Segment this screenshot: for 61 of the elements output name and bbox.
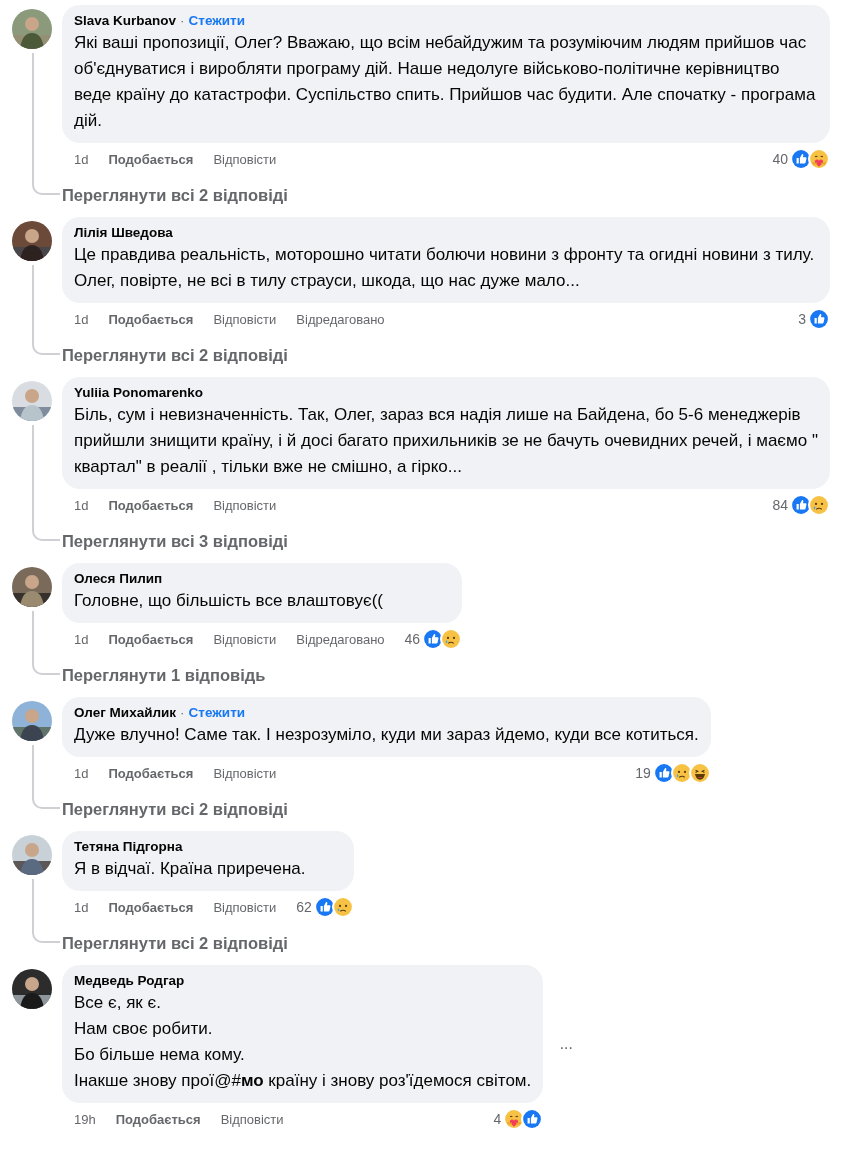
reply-link[interactable]: Відповісти	[220, 1111, 284, 1127]
comment-text: Все є, як є.	[74, 992, 162, 1014]
like-link[interactable]: Подобається	[108, 899, 194, 915]
reply-link[interactable]: Відповісти	[213, 631, 277, 647]
edited-label[interactable]: Відредаговано	[296, 631, 385, 647]
comment-time[interactable]: 1d	[74, 765, 89, 781]
separator-dot: ·	[180, 705, 185, 720]
reply-link[interactable]: Відповісти	[213, 899, 277, 915]
comment-text: Нам своє робити.	[74, 1018, 214, 1040]
reaction-count[interactable]: 46	[404, 631, 421, 647]
author-name[interactable]: Лілія Шведова	[74, 225, 173, 240]
follow-link[interactable]: Стежити	[188, 705, 246, 720]
author-name[interactable]: Олеся Пилип	[74, 571, 163, 586]
comment-text: Це правдива реальність, моторошно читати болючи новини з фронту та огидні новини з тилу. Олег, повірте, не всі в тилу страуси, шкода, що нас дуже мало...	[74, 244, 816, 292]
thread-line	[32, 611, 60, 675]
comment-text: Біль, сум і невизначенність. Так, Олег, зараз вся надія лише на Байдена, бо 5-6 менеджерів прийшли знищити країну, і й досі багато прихильників зе не бачуть очевидних речей, і маємо " квартал" в реалії , тільки вже не смішно, а гірко...	[74, 404, 818, 478]
comment-time[interactable]: 1d	[74, 631, 89, 647]
comment-time[interactable]: 1d	[74, 151, 89, 167]
like-link[interactable]: Подобається	[108, 631, 194, 647]
comment-time[interactable]: 1d	[74, 899, 89, 915]
view-replies-link[interactable]: Переглянути всі 2 відповіді	[62, 346, 856, 365]
reaction-count[interactable]: 84	[772, 497, 788, 513]
separator-dot: ·	[180, 13, 185, 28]
reaction-count[interactable]: 62	[296, 899, 312, 915]
reaction-count[interactable]: 4	[493, 1111, 502, 1127]
comment-time[interactable]: 19h	[74, 1111, 96, 1127]
author-name[interactable]: Yuliia Ponomarenko	[74, 385, 204, 400]
comment-text: Інакше знову прої@#мо країну і знову роз'їдемося світом.	[74, 1070, 532, 1092]
like-link[interactable]: Подобається	[108, 151, 194, 167]
author-name[interactable]: Тетяна Підгорна	[74, 839, 183, 854]
view-replies-link[interactable]: Переглянути всі 2 відповіді	[62, 800, 856, 819]
reply-link[interactable]: Відповісти	[213, 765, 277, 781]
view-replies-link[interactable]: Переглянути всі 2 відповіді	[62, 186, 856, 205]
comment-text: Я в відчаї. Країна приречена.	[74, 858, 307, 880]
like-link[interactable]: Подобається	[108, 311, 194, 327]
comment-text: Які ваші пропозиції, Олег? Вважаю, що всім небайдужим та розуміючим людям прийшов час об'єднуватися і виробляти програму дій. Наше недолуге військово-політичне керівництво веде країну до катастрофи. Суспільство спить. Прийшов час будити. Але спочатку - програма дій.	[74, 32, 817, 132]
thread-line	[32, 745, 60, 809]
more-options-button[interactable]: ···	[559, 1038, 573, 1057]
author-name[interactable]: Олег Михайлик	[74, 705, 177, 720]
reaction-count[interactable]: 19	[635, 765, 651, 781]
reaction-count[interactable]: 40	[772, 151, 788, 167]
like-link[interactable]: Подобається	[108, 765, 194, 781]
comment-text: Дуже влучно! Саме так. І незрозуміло, куди ми зараз йдемо, куди все котиться.	[74, 724, 699, 746]
like-link[interactable]: Подобається	[108, 497, 194, 513]
comment-time[interactable]: 1d	[74, 311, 89, 327]
view-replies-link[interactable]: Переглянути всі 2 відповіді	[62, 934, 856, 953]
edited-label[interactable]: Відредаговано	[296, 311, 385, 327]
thread-line	[32, 879, 60, 943]
comment-text: Головне, що більшість все влаштовує((	[74, 590, 384, 612]
follow-link[interactable]: Стежити	[188, 13, 246, 28]
comment-text: Бо більше нема кому.	[74, 1044, 246, 1066]
like-link[interactable]: Подобається	[115, 1111, 201, 1127]
view-replies-link[interactable]: Переглянути 1 відповідь	[62, 666, 856, 685]
author-name[interactable]: Slava Kurbanov	[74, 13, 177, 28]
comment-time[interactable]: 1d	[74, 497, 89, 513]
reply-link[interactable]: Відповісти	[213, 497, 277, 513]
reaction-count[interactable]: 3	[798, 311, 806, 327]
reply-link[interactable]: Відповісти	[213, 151, 277, 167]
reply-link[interactable]: Відповісти	[213, 311, 277, 327]
view-replies-link[interactable]: Переглянути всі 3 відповіді	[62, 532, 856, 551]
author-name[interactable]: Медведь Родгар	[74, 973, 185, 988]
